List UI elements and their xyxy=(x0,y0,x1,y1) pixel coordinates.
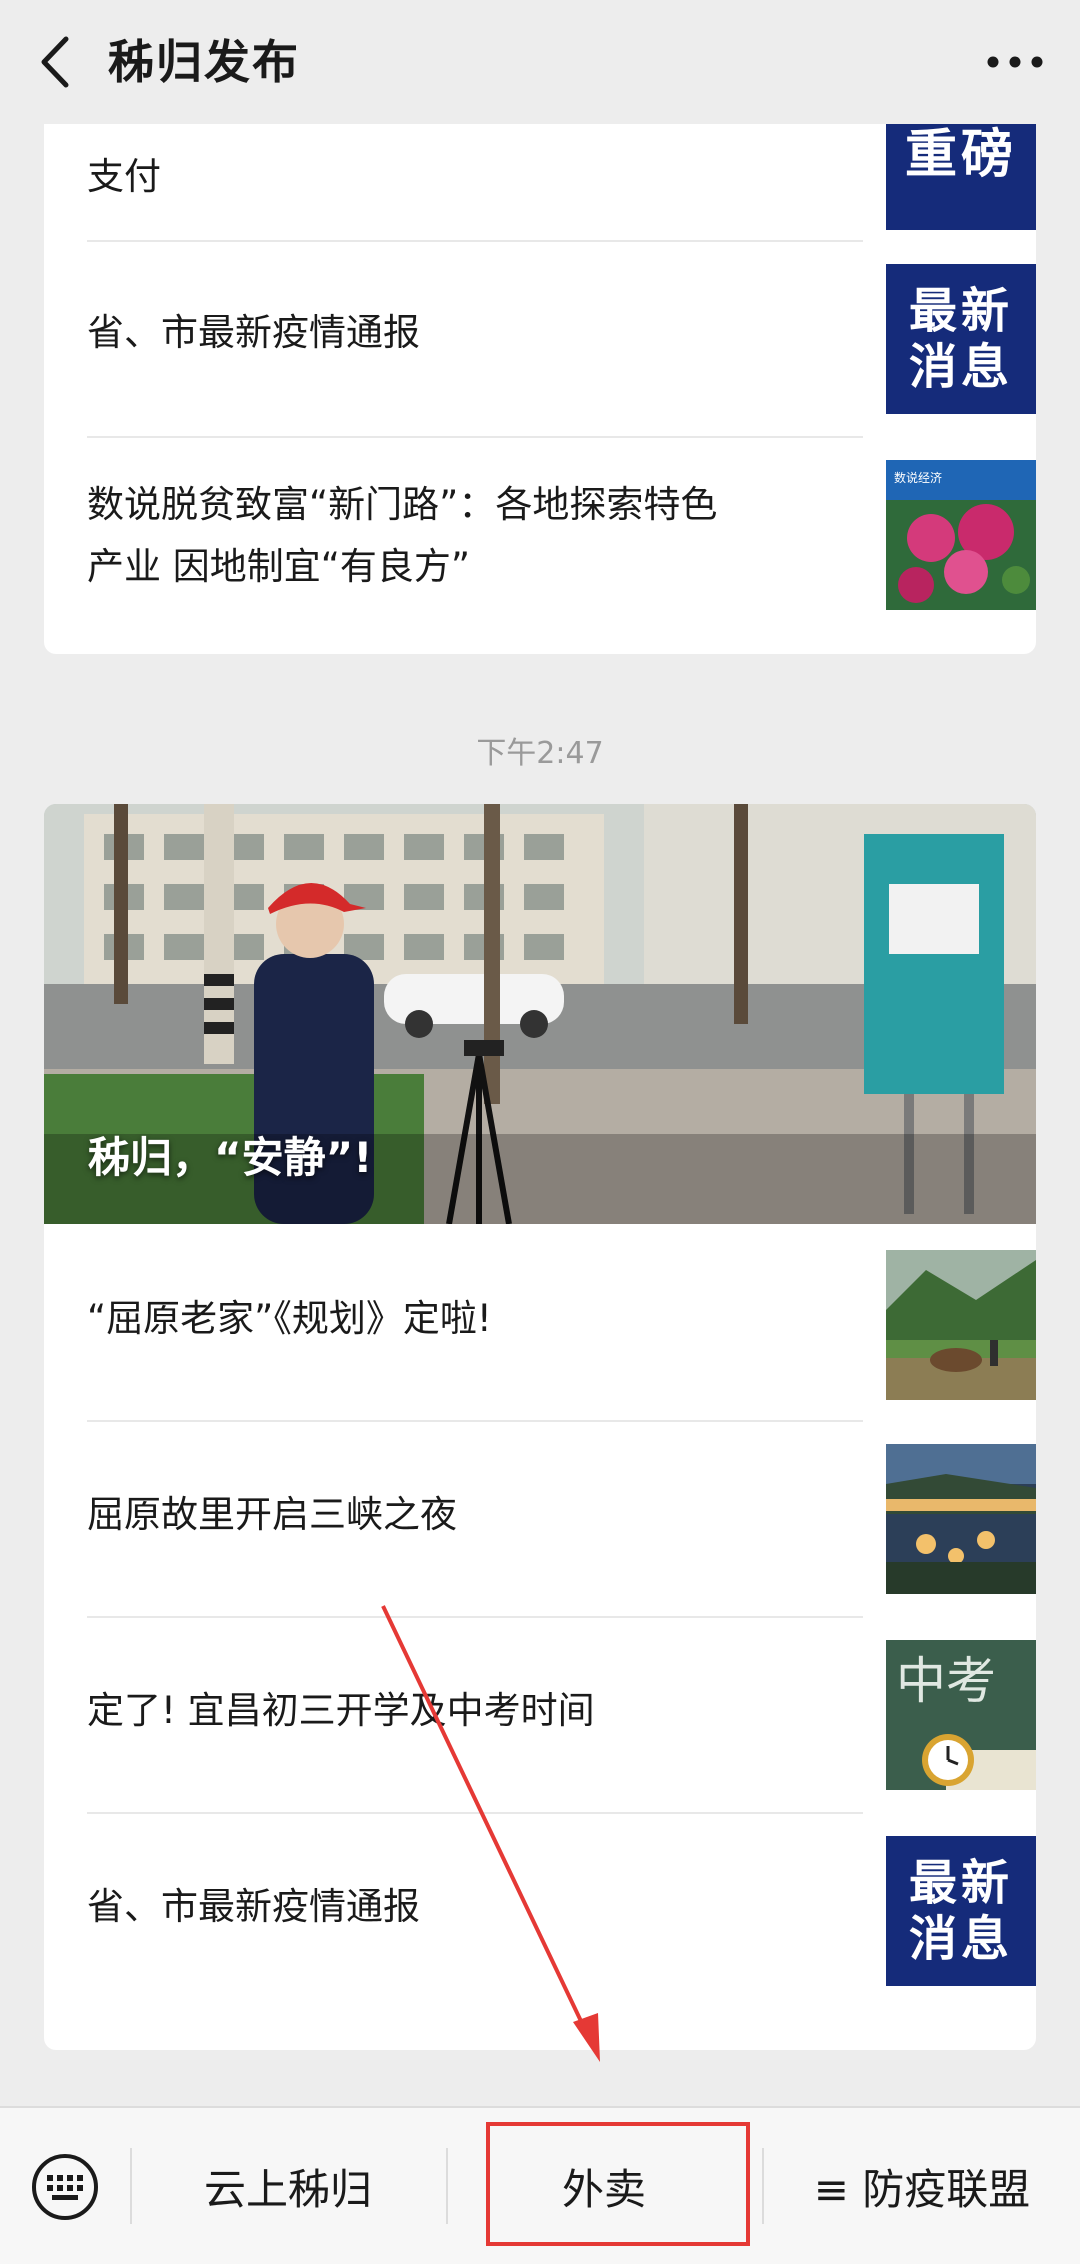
news-title: 省、市最新疫情通报 xyxy=(87,311,420,354)
page-title: 秭归发布 xyxy=(108,35,300,89)
more-horizontal-icon[interactable] xyxy=(980,30,1050,94)
news-title: “屈原老家”《规划》定啦! xyxy=(87,1297,492,1340)
thumb-label-line1: 最新 xyxy=(908,283,1013,339)
news-title: 定了! 宜昌初三开学及中考时间 xyxy=(87,1689,595,1732)
thumb-label-line1: 最新 xyxy=(908,1855,1013,1911)
news-title-line2: 产业 因地制宜“有良方” xyxy=(87,545,471,588)
top-bar: 秭归发布 xyxy=(0,0,1080,124)
news-title: 省、市最新疫情通报 xyxy=(87,1885,420,1928)
thumb-badge: 数说经济 xyxy=(894,470,942,485)
news-card: 支付 重磅 省、市最新疫情通报 最新 消息 数说脱贫致富“新门路”：各地探索特色… xyxy=(44,60,1036,654)
news-item[interactable]: 省、市最新疫情通报 最新 消息 xyxy=(87,1814,1036,2050)
news-title: 支付 xyxy=(87,155,161,198)
news-thumbnail xyxy=(886,1444,1036,1594)
news-title: 数说脱贫致富“新门路”：各地探索特色 产业 因地制宜“有良方” xyxy=(87,474,847,598)
news-item[interactable]: 定了! 宜昌初三开学及中考时间 中考 xyxy=(87,1618,1036,1812)
hero-caption: 秭归，“安静”! xyxy=(88,1133,373,1182)
bottom-menu-bar: 云上秭归 外卖 ≡ 防疫联盟 xyxy=(0,2106,1080,2264)
news-card: 秭归，“安静”! “屈原老家”《规划》定啦! 屈原故里开启三峡之夜 定了! 宜昌… xyxy=(44,804,1036,2050)
news-item[interactable]: “屈原老家”《规划》定啦! xyxy=(87,1224,1036,1420)
news-thumbnail: 最新 消息 xyxy=(886,1836,1036,1986)
menu-button-yunshang-zigui[interactable]: 云上秭归 xyxy=(132,2138,444,2234)
thumb-label-line2: 消息 xyxy=(908,339,1013,395)
message-timestamp: 下午2:47 xyxy=(476,736,604,771)
keyboard-icon[interactable] xyxy=(30,2152,100,2222)
hero-article[interactable]: 秭归，“安静”! xyxy=(44,804,1036,1224)
chevron-left-icon[interactable] xyxy=(30,30,80,94)
thumb-label: 中考 xyxy=(896,1652,996,1710)
news-item[interactable]: 屈原故里开启三峡之夜 xyxy=(87,1422,1036,1616)
thumb-label-line2: 消息 xyxy=(908,1911,1013,1967)
news-item[interactable]: 省、市最新疫情通报 最新 消息 xyxy=(87,242,1036,436)
news-title-line1: 数说脱贫致富“新门路”：各地探索特色 xyxy=(87,483,718,526)
menu-button-takeout[interactable]: 外卖 xyxy=(448,2138,760,2234)
news-title: 屈原故里开启三峡之夜 xyxy=(87,1493,457,1536)
news-thumbnail: 数说经济 xyxy=(886,460,1036,610)
news-thumbnail: 中考 xyxy=(886,1640,1036,1790)
thumb-label: 重磅 xyxy=(904,125,1017,185)
menu-button-epidemic-alliance[interactable]: ≡ 防疫联盟 xyxy=(764,2138,1080,2234)
news-thumbnail xyxy=(886,1250,1036,1400)
news-thumbnail: 最新 消息 xyxy=(886,264,1036,414)
news-item[interactable]: 数说脱贫致富“新门路”：各地探索特色 产业 因地制宜“有良方” 数说经济 xyxy=(87,438,1036,654)
